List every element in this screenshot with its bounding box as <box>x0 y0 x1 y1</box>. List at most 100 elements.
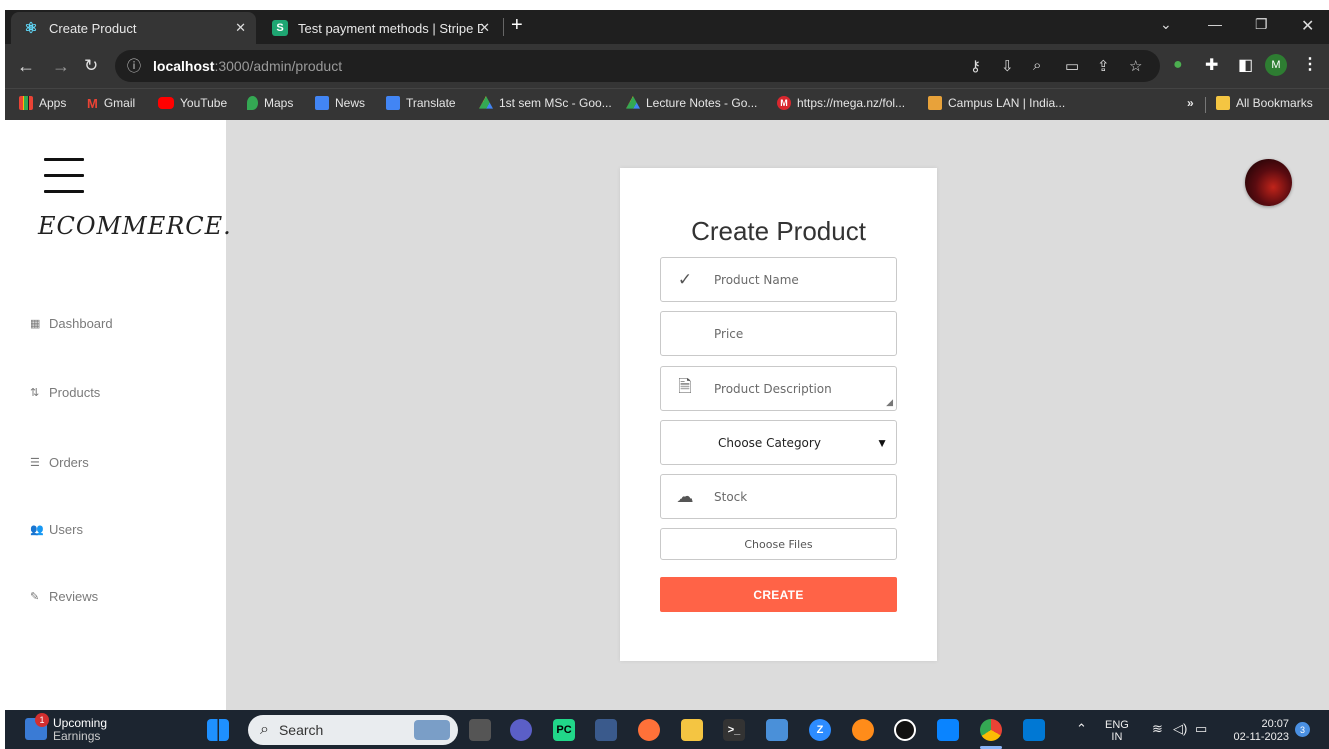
bookmark-youtube[interactable]: YouTube <box>158 96 227 110</box>
brand-logo[interactable]: ECOMMERCE. <box>38 212 232 240</box>
back-icon[interactable]: ← <box>17 56 35 76</box>
task-view-icon[interactable] <box>469 719 491 741</box>
category-select[interactable]: Choose Category ▼ <box>660 420 897 465</box>
minimize-icon[interactable]: — <box>1208 16 1222 32</box>
tab-search-icon[interactable]: ⌄ <box>1160 16 1172 33</box>
sidebar-item-label: Dashboard <box>49 316 113 331</box>
profile-avatar[interactable]: M <box>1265 54 1287 76</box>
tab-title: Test payment methods | Stripe D <box>298 20 483 36</box>
puzzle-icon[interactable]: ✚ <box>1205 55 1218 75</box>
sidebar-item-label: Users <box>49 522 83 537</box>
bookmark-news[interactable]: News <box>315 96 365 110</box>
battery-icon[interactable]: ▭ <box>1195 721 1207 737</box>
sidebar-item-users[interactable]: 👥 Users <box>30 522 83 537</box>
search-highlight-icon <box>414 720 450 740</box>
taskbar-search[interactable]: ⌕ Search <box>248 715 458 745</box>
widget-badge: 1 <box>35 713 49 727</box>
language-indicator[interactable]: ENG IN <box>1105 719 1129 743</box>
volume-icon[interactable]: ◁) <box>1173 721 1187 737</box>
news-icon <box>315 96 329 110</box>
app-icon[interactable] <box>595 719 617 741</box>
bookmark-drive-msc[interactable]: 1st sem MSc - Goo... <box>479 96 612 110</box>
price-input[interactable]: Price <box>660 311 897 356</box>
notification-badge[interactable]: 3 <box>1295 722 1310 737</box>
chrome-icon[interactable] <box>980 719 1002 741</box>
extension-icon[interactable]: ● <box>1173 56 1183 74</box>
bookmarks-bar: Apps M Gmail YouTube Maps News Translate … <box>5 88 1329 120</box>
file-explorer-icon[interactable] <box>681 719 703 741</box>
sidebar-item-dashboard[interactable]: ▦ Dashboard <box>30 316 113 331</box>
windows-start-icon[interactable] <box>207 719 229 741</box>
drive-icon <box>479 96 493 109</box>
postman-icon[interactable] <box>852 719 874 741</box>
widget-text[interactable]: Upcoming Earnings <box>53 717 107 743</box>
bookmark-maps[interactable]: Maps <box>247 96 293 110</box>
bookmark-lecture-notes[interactable]: Lecture Notes - Go... <box>626 96 757 110</box>
side-panel-icon[interactable]: ◧ <box>1238 55 1253 75</box>
share-icon[interactable]: ⇪ <box>1097 57 1110 75</box>
tray-chevron-up-icon[interactable]: ⌃ <box>1076 721 1087 737</box>
bookmark-divider <box>1205 97 1206 113</box>
apps-icon <box>19 96 33 110</box>
bookmark-gmail[interactable]: M Gmail <box>87 96 136 111</box>
stock-input[interactable]: ☁ Stock <box>660 474 897 519</box>
hamburger-menu-icon[interactable] <box>44 158 84 194</box>
youtube-icon <box>158 97 174 109</box>
close-window-icon[interactable]: ✕ <box>1301 16 1314 36</box>
product-description-textarea[interactable]: 🗎 Product Description ◢ <box>660 366 897 411</box>
star-icon[interactable]: ☆ <box>1129 57 1142 75</box>
menu-icon[interactable]: ⋮ <box>1302 54 1318 74</box>
app-icon-3[interactable] <box>894 719 916 741</box>
sidebar-item-reviews[interactable]: ✎ Reviews <box>30 589 98 604</box>
resize-handle-icon[interactable]: ◢ <box>886 397 893 408</box>
new-tab-icon[interactable]: + <box>511 14 523 37</box>
sidebar-item-label: Reviews <box>49 589 99 604</box>
bookmark-label: Campus LAN | India... <box>948 96 1066 110</box>
restore-icon[interactable]: ❐ <box>1255 16 1268 33</box>
vscode-icon[interactable] <box>937 719 959 741</box>
close-tab-icon[interactable]: ✕ <box>235 20 246 36</box>
create-button[interactable]: CREATE <box>660 577 897 612</box>
user-avatar[interactable] <box>1245 159 1292 206</box>
url-path: :3000/admin/product <box>214 58 343 74</box>
close-tab-icon[interactable]: ✕ <box>479 20 490 36</box>
drive-icon <box>626 96 640 109</box>
forward-icon[interactable]: → <box>52 56 70 76</box>
install-icon[interactable]: ⇩ <box>1001 57 1014 75</box>
screen: ⚛ Create Product ✕ S Test payment method… <box>0 0 1329 749</box>
bookmark-label: Apps <box>39 96 67 110</box>
bookmark-label: Gmail <box>103 96 136 110</box>
address-bar[interactable]: ⓘ localhost:3000/admin/product ⚷ ⇩ ⌕ ▭ ⇪… <box>115 50 1160 82</box>
browser-toolbar: ← → ↻ ⓘ localhost:3000/admin/product ⚷ ⇩… <box>5 44 1329 88</box>
wifi-icon[interactable]: ≋ <box>1152 721 1163 737</box>
reload-icon[interactable]: ↻ <box>84 56 98 76</box>
stripe-icon: S <box>272 20 288 36</box>
sidebar-item-products[interactable]: ⇅ Products <box>30 385 100 400</box>
bookmark-apps[interactable]: Apps <box>19 96 66 110</box>
key-icon[interactable]: ⚷ <box>970 57 981 75</box>
product-name-input[interactable]: ✓ Product Name <box>660 257 897 302</box>
bookmark-label: News <box>335 96 366 110</box>
tab-create-product[interactable]: ⚛ Create Product ✕ <box>11 12 256 44</box>
firefox-icon[interactable] <box>638 719 660 741</box>
app-icon-2[interactable] <box>766 719 788 741</box>
chevron-down-icon: ▼ <box>876 435 888 450</box>
outlook-icon[interactable] <box>1023 719 1045 741</box>
bookmark-translate[interactable]: Translate <box>386 96 456 110</box>
bookmark-campus-lan[interactable]: Campus LAN | India... <box>928 96 1065 110</box>
sidebar-item-orders[interactable]: ☰ Orders <box>30 455 89 470</box>
tab-stripe[interactable]: S Test payment methods | Stripe D ✕ <box>260 12 500 44</box>
teams-icon[interactable] <box>510 719 532 741</box>
bookmarks-overflow[interactable]: » <box>1187 96 1194 110</box>
clock[interactable]: 20:07 02-11-2023 <box>1225 718 1289 744</box>
info-icon[interactable]: ⓘ <box>127 56 143 76</box>
pycharm-icon[interactable]: PC <box>553 719 575 741</box>
bookmark-mega[interactable]: Mhttps://mega.nz/fol... <box>777 96 905 110</box>
zoom-app-icon[interactable]: Z <box>809 719 831 741</box>
choose-files-button[interactable]: Choose Files <box>660 528 897 560</box>
all-bookmarks[interactable]: All Bookmarks <box>1216 96 1313 110</box>
zoom-icon[interactable]: ⌕ <box>1033 57 1041 74</box>
mega-icon: M <box>777 96 791 110</box>
terminal-icon[interactable]: >_ <box>723 719 745 741</box>
reader-icon[interactable]: ▭ <box>1065 57 1079 75</box>
